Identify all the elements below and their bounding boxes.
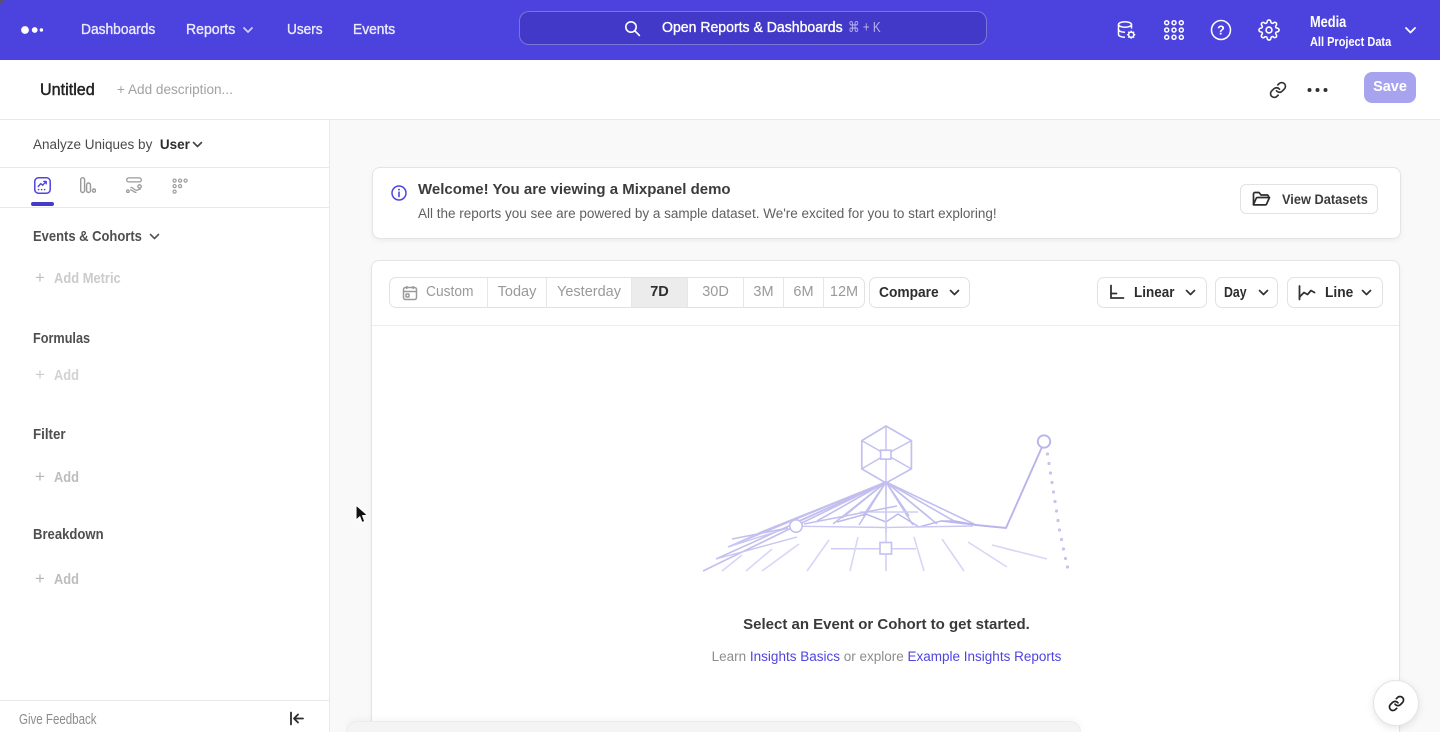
svg-text:?: ? <box>1217 24 1225 38</box>
